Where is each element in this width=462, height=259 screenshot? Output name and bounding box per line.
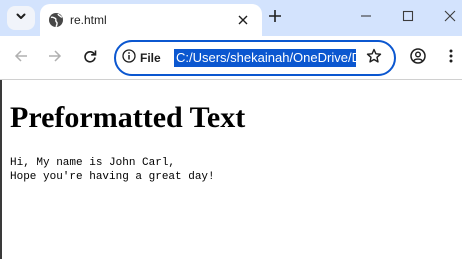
close-tab-icon[interactable] (234, 11, 252, 29)
info-icon (122, 48, 136, 68)
close-icon (444, 9, 456, 27)
arrow-left-icon (14, 49, 28, 68)
address-bar[interactable]: File C:/Users/shekainah/OneDrive/Desktop… (114, 40, 396, 76)
tab-title: re.html (70, 13, 107, 27)
profile-icon (410, 47, 426, 69)
back-button[interactable] (11, 48, 31, 68)
browser-tab-active[interactable]: re.html (40, 4, 262, 36)
forward-button[interactable] (45, 48, 65, 68)
reload-icon (83, 49, 97, 68)
profile-button[interactable] (408, 47, 428, 69)
more-vertical-icon (449, 49, 453, 68)
tab-search-button[interactable] (7, 6, 35, 30)
plus-icon (268, 9, 282, 28)
site-info-chip[interactable]: File (122, 48, 161, 68)
minimize-window-button[interactable] (356, 8, 376, 28)
close-window-button[interactable] (440, 8, 460, 28)
star-icon (366, 48, 382, 69)
bookmark-button[interactable] (364, 48, 384, 68)
new-tab-button[interactable] (265, 8, 285, 28)
chevron-down-icon (15, 9, 27, 27)
minimize-icon (360, 9, 372, 27)
menu-button[interactable] (445, 48, 457, 68)
site-chip-label: File (140, 51, 161, 65)
page-heading: Preformatted Text (10, 101, 246, 134)
maximize-window-button[interactable] (398, 8, 418, 28)
page-content: Preformatted Text Hi, My name is John Ca… (0, 80, 462, 259)
preformatted-text: Hi, My name is John Carl, Hope you're ha… (10, 157, 215, 183)
globe-icon (48, 12, 64, 28)
maximize-icon (402, 9, 414, 27)
arrow-right-icon (48, 49, 62, 68)
reload-button[interactable] (80, 48, 100, 68)
browser-toolbar: File C:/Users/shekainah/OneDrive/Desktop… (0, 36, 462, 80)
url-text[interactable]: C:/Users/shekainah/OneDrive/Desktop/re.h… (174, 49, 356, 67)
tab-strip: re.html (0, 0, 462, 36)
